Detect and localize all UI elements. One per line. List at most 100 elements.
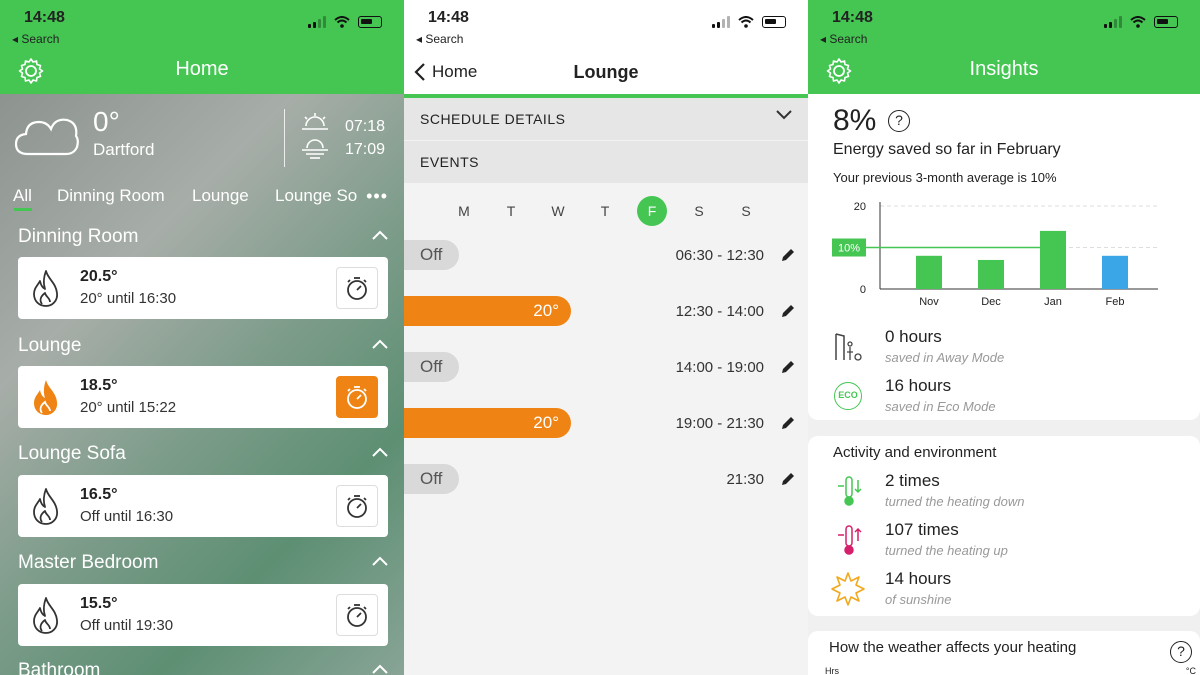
chevron-up-icon[interactable] — [372, 447, 388, 457]
room-header-bathroom[interactable]: Bathroom — [18, 660, 388, 675]
room-name: Bathroom — [18, 660, 101, 675]
sunrise-time: 07:18 — [345, 118, 386, 135]
wifi-icon — [334, 16, 350, 28]
room-card-lounge-sofa[interactable]: 16.5° Off until 16:30 — [18, 475, 388, 537]
heating-down-label: turned the heating down — [885, 494, 1025, 509]
tab-lounge-sofa[interactable]: Lounge So — [275, 186, 357, 206]
flame-icon — [33, 270, 58, 307]
boost-timer-button[interactable] — [336, 485, 378, 527]
room-name: Dinning Room — [18, 226, 139, 247]
room-header-lounge[interactable]: Lounge — [18, 335, 388, 357]
home-header: Home — [0, 48, 404, 94]
wifi-icon — [738, 16, 754, 28]
help-icon[interactable]: ? — [1170, 641, 1192, 663]
sunset-icon — [302, 139, 328, 159]
away-mode-icon — [835, 333, 862, 361]
edit-pencil-icon[interactable] — [780, 303, 796, 319]
room-header-dinning-room[interactable]: Dinning Room — [18, 226, 388, 248]
room-name: Master Bedroom — [18, 552, 159, 573]
page-title: Lounge — [573, 62, 639, 82]
event-heating-pill[interactable]: 20° — [404, 408, 571, 438]
day-friday-selected[interactable]: F — [637, 196, 667, 226]
tab-lounge[interactable]: Lounge — [192, 186, 249, 206]
back-to-search-link[interactable]: ◂ Search — [820, 32, 867, 46]
day-selector: M T W T F S S — [404, 196, 808, 226]
home-screen: 14:48 ◂ Search Home 0° Dartford 07:18 17… — [0, 0, 404, 675]
away-hours-value: 0 hours — [885, 327, 942, 346]
chevron-up-icon[interactable] — [372, 230, 388, 240]
tab-dinning-room[interactable]: Dinning Room — [57, 186, 165, 206]
thermometer-up-icon — [838, 525, 862, 555]
boost-timer-button-active[interactable] — [336, 376, 378, 418]
day-saturday[interactable]: S — [684, 196, 714, 226]
day-wednesday[interactable]: W — [543, 196, 573, 226]
flame-icon — [33, 597, 58, 634]
bar-feb — [1102, 255, 1128, 289]
x-tick-label: Jan — [1044, 296, 1062, 308]
insights-screen: 14:48 ◂ Search Insights 8% ? Energy save… — [808, 0, 1200, 675]
room-temperature: 18.5° — [80, 377, 118, 394]
page-title: Home — [175, 58, 229, 80]
status-icons — [712, 16, 786, 28]
tab-all[interactable]: All — [13, 186, 32, 206]
page-title: Insights — [969, 58, 1039, 80]
status-icons — [1104, 16, 1178, 28]
boost-timer-button[interactable] — [336, 594, 378, 636]
heating-down-value: 2 times — [885, 471, 940, 490]
edit-pencil-icon[interactable] — [780, 359, 796, 375]
sunset-time: 17:09 — [345, 141, 386, 158]
battery-icon — [1154, 16, 1178, 28]
previous-average-text: Your previous 3-month average is 10% — [833, 170, 1057, 185]
room-temperature: 20.5° — [80, 268, 118, 285]
schedule-details-section[interactable]: SCHEDULE DETAILS — [404, 98, 808, 140]
room-name: Lounge — [18, 335, 82, 356]
event-off-pill[interactable]: Off — [404, 464, 459, 494]
room-header-lounge-sofa[interactable]: Lounge Sofa — [18, 443, 388, 465]
room-card-master-bedroom[interactable]: 15.5° Off until 19:30 — [18, 584, 388, 646]
battery-icon — [762, 16, 786, 28]
chevron-up-icon[interactable] — [372, 339, 388, 349]
status-time: 14:48 — [428, 9, 469, 26]
eco-hours-label: saved in Eco Mode — [885, 399, 996, 414]
eco-hours-value: 16 hours — [885, 376, 952, 395]
x-tick-label: Nov — [919, 296, 939, 308]
day-sunday[interactable]: S — [731, 196, 761, 226]
day-monday[interactable]: M — [449, 196, 479, 226]
section-title: EVENTS — [420, 154, 480, 170]
room-status: 20° until 16:30 — [80, 290, 177, 307]
event-time: 06:30 - 12:30 — [675, 247, 764, 264]
event-off-pill[interactable]: Off — [404, 240, 459, 270]
back-to-search-link[interactable]: ◂ Search — [416, 32, 463, 46]
status-bar: 14:48 ◂ Search — [0, 0, 404, 48]
event-off-pill[interactable]: Off — [404, 352, 459, 382]
bar-dec — [978, 259, 1004, 289]
flame-icon — [33, 488, 58, 525]
activity-panel — [808, 436, 1200, 616]
back-to-search-link[interactable]: ◂ Search — [12, 32, 59, 46]
signal-icon — [308, 16, 326, 28]
room-card-lounge[interactable]: 18.5° 20° until 15:22 — [18, 366, 388, 428]
more-tabs-button[interactable]: ••• — [366, 186, 388, 207]
chevron-down-icon[interactable] — [776, 110, 792, 120]
edit-pencil-icon[interactable] — [780, 415, 796, 431]
edit-pencil-icon[interactable] — [780, 247, 796, 263]
room-card-dinning-room[interactable]: 20.5° 20° until 16:30 — [18, 257, 388, 319]
thermometer-down-icon — [838, 476, 862, 506]
x-tick-label: Dec — [981, 296, 1001, 308]
boost-timer-button[interactable] — [336, 267, 378, 309]
day-thursday[interactable]: T — [590, 196, 620, 226]
insights-header: Insights — [808, 48, 1200, 94]
y-tick-label: 20 — [854, 201, 866, 213]
chevron-up-icon[interactable] — [372, 664, 388, 674]
room-header-master-bedroom[interactable]: Master Bedroom — [18, 552, 388, 574]
day-tuesday[interactable]: T — [496, 196, 526, 226]
edit-pencil-icon[interactable] — [780, 471, 796, 487]
help-icon[interactable]: ? — [888, 110, 910, 132]
heating-up-value: 107 times — [885, 520, 959, 539]
x-tick-label: Feb — [1106, 296, 1125, 308]
event-heating-pill[interactable]: 20° — [404, 296, 571, 326]
status-bar: 14:48 ◂ Search — [404, 0, 808, 48]
chevron-up-icon[interactable] — [372, 556, 388, 566]
battery-icon — [358, 16, 382, 28]
weather-divider — [284, 109, 285, 167]
